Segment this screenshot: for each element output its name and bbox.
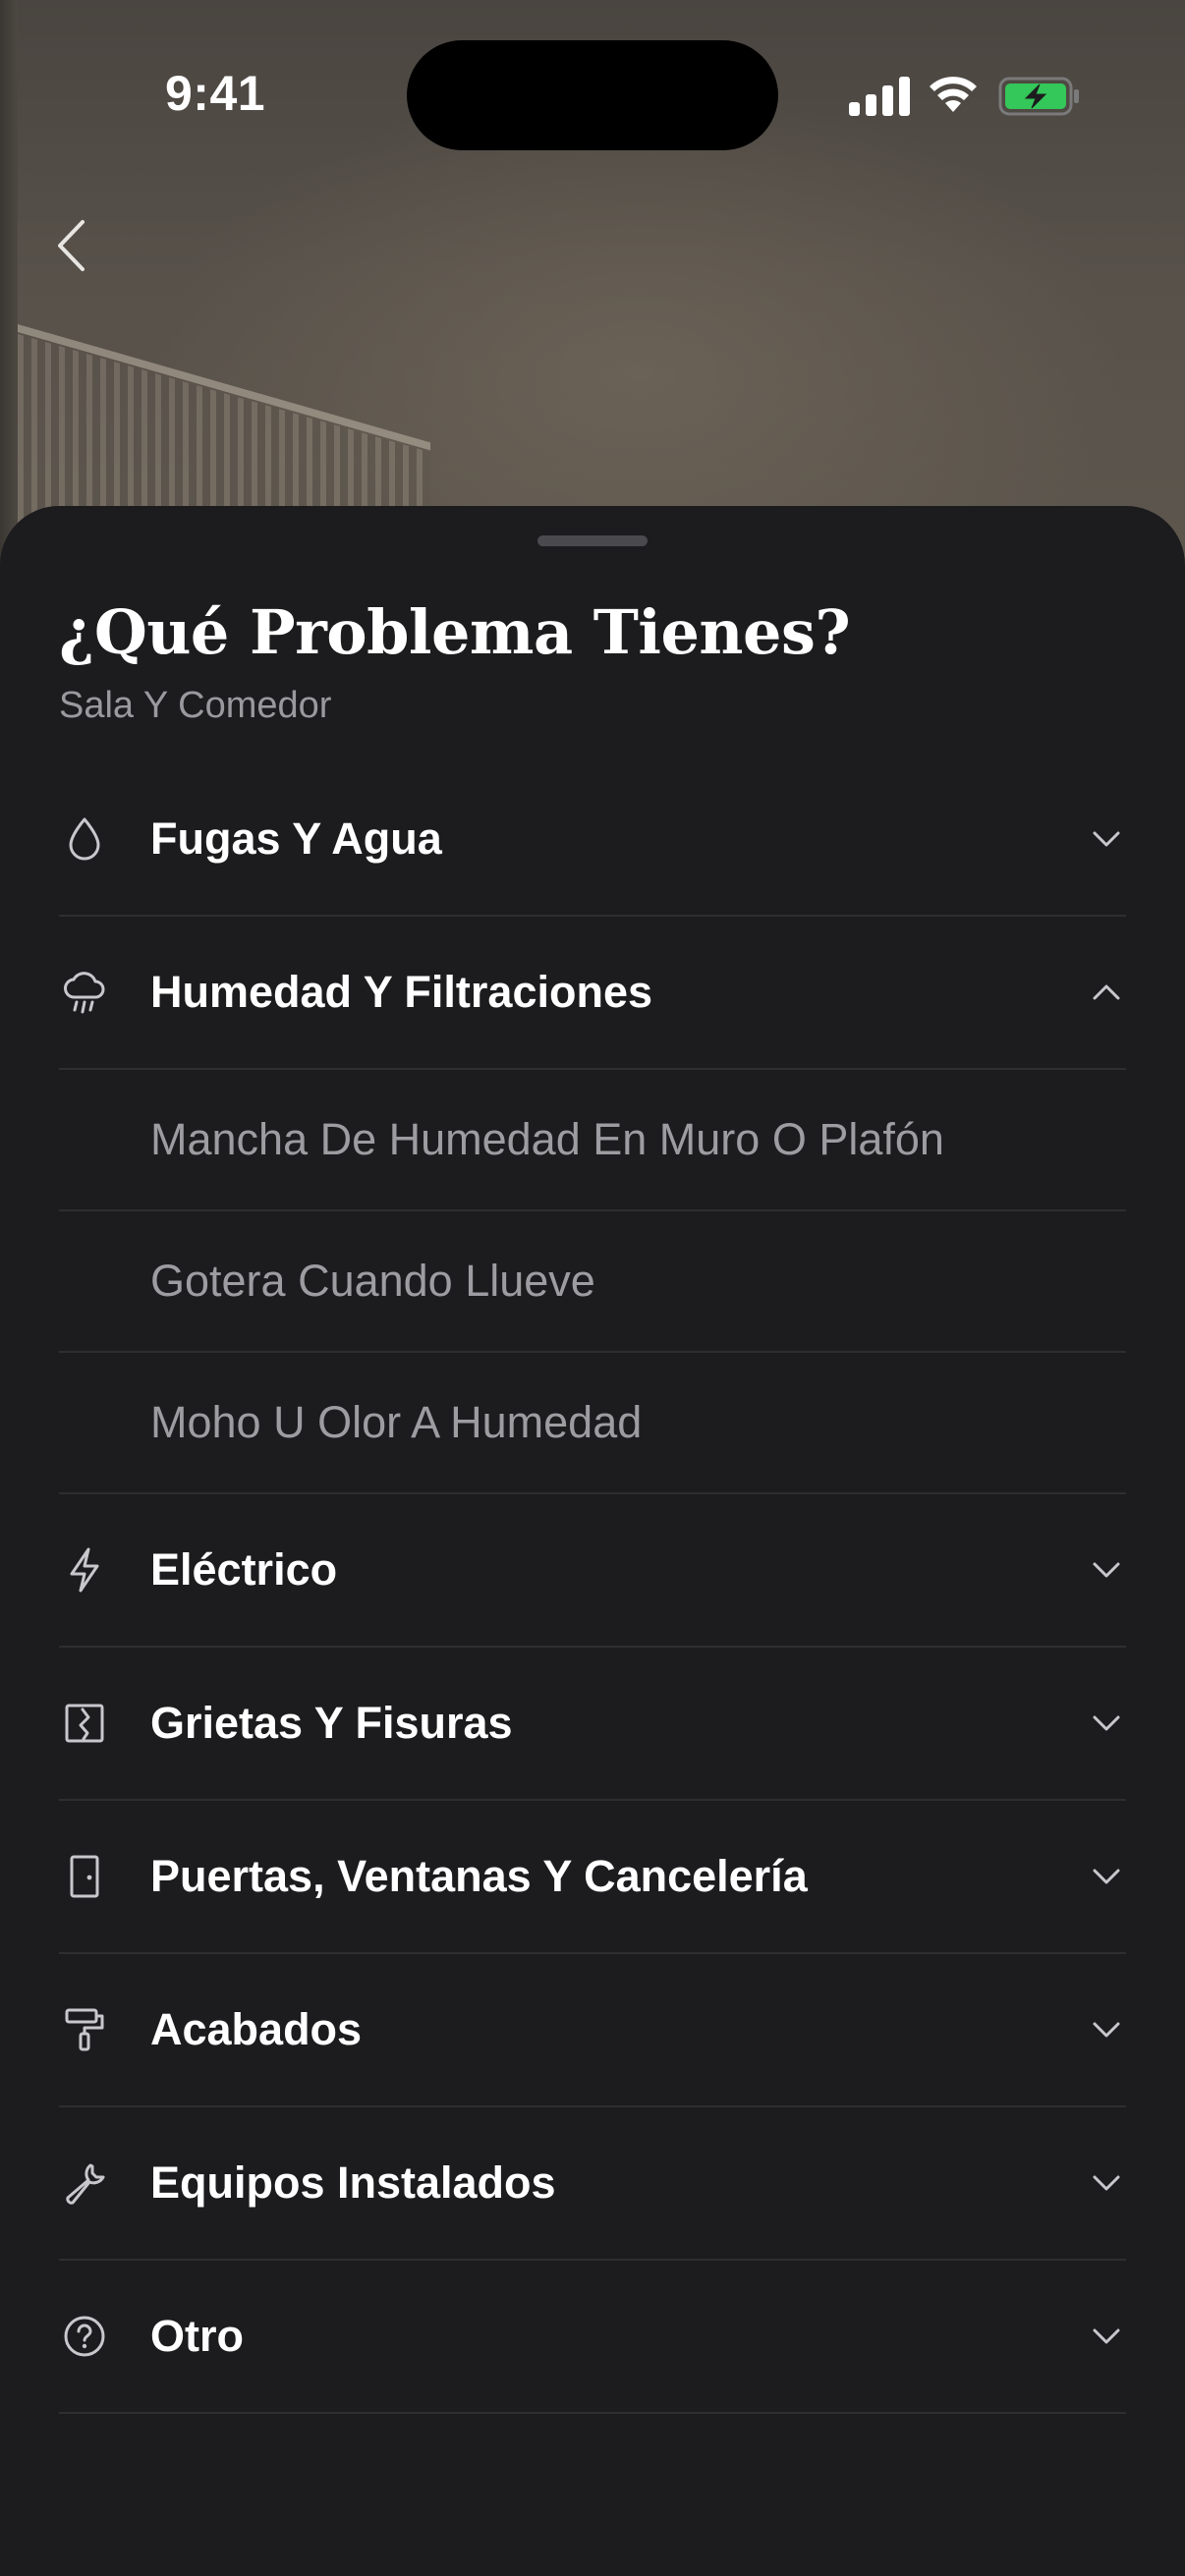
chevron-down-icon bbox=[1087, 1857, 1126, 1896]
subcategory-label: Moho U Olor A Humedad bbox=[150, 1397, 643, 1447]
lightning-icon bbox=[59, 1544, 110, 1596]
category-row-fugas-y-agua[interactable]: Fugas Y Agua bbox=[59, 763, 1126, 917]
category-row-puertas-ventanas-canceleria[interactable]: Puertas, Ventanas Y Cancelería bbox=[59, 1801, 1126, 1954]
status-time: 9:41 bbox=[165, 66, 266, 121]
help-circle-icon bbox=[59, 2311, 110, 2362]
category-label: Humedad Y Filtraciones bbox=[150, 967, 652, 1017]
cellular-signal-icon bbox=[849, 77, 910, 116]
category-row-equipos-instalados[interactable]: Equipos Instalados bbox=[59, 2107, 1126, 2261]
category-label: Acabados bbox=[150, 2004, 363, 2054]
subcategory-item[interactable]: Gotera Cuando Llueve bbox=[59, 1211, 1126, 1353]
dynamic-island bbox=[407, 40, 778, 150]
subcategory-label: Mancha De Humedad En Muro O Plafón bbox=[150, 1114, 944, 1164]
chevron-down-icon bbox=[1087, 2317, 1126, 2356]
category-row-otro[interactable]: Otro bbox=[59, 2261, 1126, 2414]
category-label: Otro bbox=[150, 2311, 244, 2361]
rain-cloud-icon bbox=[59, 967, 110, 1018]
chevron-left-icon bbox=[58, 220, 85, 271]
battery-charging-icon bbox=[998, 77, 1079, 116]
category-row-humedad-y-filtraciones[interactable]: Humedad Y Filtraciones bbox=[59, 917, 1126, 1070]
category-label: Eléctrico bbox=[150, 1544, 338, 1595]
chevron-down-icon bbox=[1087, 1704, 1126, 1743]
wrench-icon bbox=[59, 2157, 110, 2209]
category-row-acabados[interactable]: Acabados bbox=[59, 1954, 1126, 2107]
sheet-title: ¿Qué Problema Tienes? bbox=[59, 596, 851, 668]
category-list: Fugas Y Agua Humedad Y Filtraciones Manc… bbox=[59, 763, 1126, 2414]
sheet-subtitle: Sala Y Comedor bbox=[59, 685, 332, 726]
crack-icon bbox=[59, 1698, 110, 1749]
subcategory-item[interactable]: Moho U Olor A Humedad bbox=[59, 1353, 1126, 1494]
door-icon bbox=[59, 1851, 110, 1902]
chevron-up-icon bbox=[1087, 973, 1126, 1012]
status-bar: 9:41 bbox=[0, 0, 1185, 196]
category-label: Puertas, Ventanas Y Cancelería bbox=[150, 1851, 808, 1901]
chevron-down-icon bbox=[1087, 819, 1126, 859]
chevron-down-icon bbox=[1087, 2010, 1126, 2049]
chevron-down-icon bbox=[1087, 1550, 1126, 1590]
chevron-down-icon bbox=[1087, 2163, 1126, 2203]
subcategory-item[interactable]: Mancha De Humedad En Muro O Plafón bbox=[59, 1070, 1126, 1211]
category-row-grietas-y-fisuras[interactable]: Grietas Y Fisuras bbox=[59, 1648, 1126, 1801]
category-label: Grietas Y Fisuras bbox=[150, 1698, 513, 1748]
category-label: Equipos Instalados bbox=[150, 2157, 556, 2208]
category-label: Fugas Y Agua bbox=[150, 813, 442, 864]
water-drop-icon bbox=[59, 813, 110, 865]
problem-sheet: ¿Qué Problema Tienes? Sala Y Comedor Fug… bbox=[0, 506, 1185, 2576]
category-row-electrico[interactable]: Eléctrico bbox=[59, 1494, 1126, 1648]
wifi-icon bbox=[930, 77, 977, 112]
paint-roller-icon bbox=[59, 2004, 110, 2055]
sheet-grabber[interactable] bbox=[537, 535, 648, 546]
back-button[interactable] bbox=[45, 216, 96, 275]
subcategory-label: Gotera Cuando Llueve bbox=[150, 1256, 595, 1306]
